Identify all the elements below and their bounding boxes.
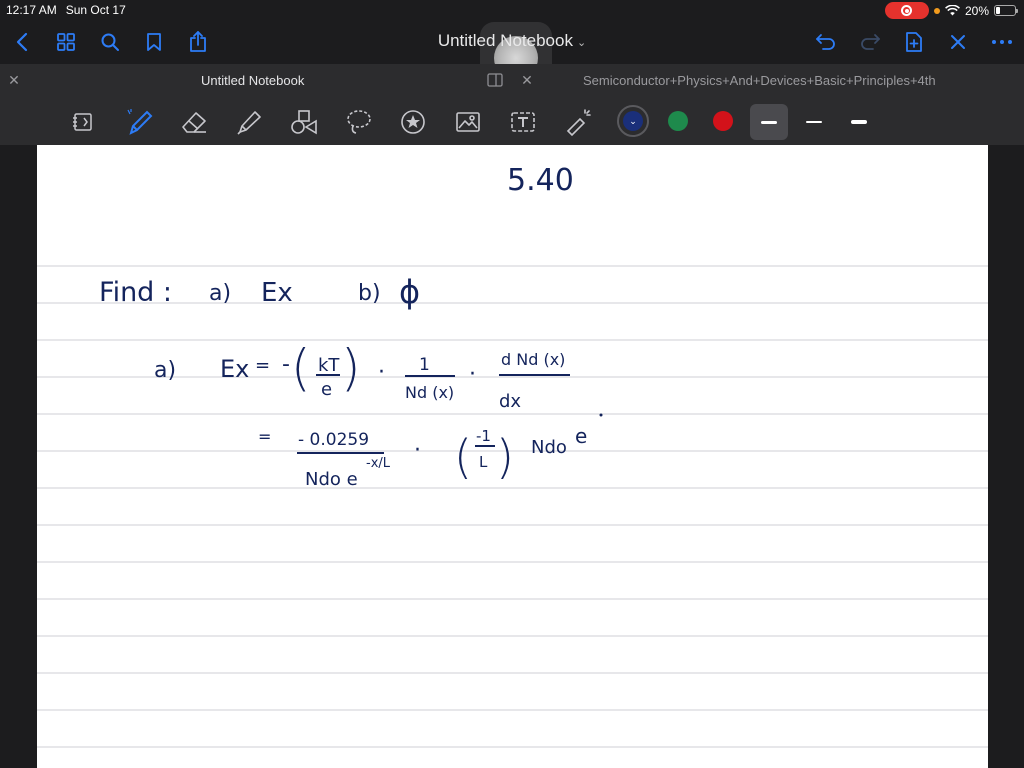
notebook-page[interactable]: 5.40 Find : a) Ex b) ϕ a) Ex = - ( kT e … — [37, 145, 988, 768]
lasso-icon[interactable] — [343, 106, 375, 138]
line2-right-paren: ) — [496, 430, 514, 484]
battery-fill — [996, 7, 1000, 14]
line2-dot: · — [414, 438, 421, 463]
status-bar: 12:17 AM Sun Oct 17 20% — [0, 0, 1024, 20]
find-prefix: Find : — [99, 277, 172, 308]
find-part-a-target: Ex — [261, 278, 293, 308]
tool-bar: ⌄ — [0, 98, 1024, 145]
laser-pointer-icon[interactable] — [562, 106, 594, 138]
line1-dot2: · — [469, 362, 476, 387]
color-green[interactable] — [668, 111, 688, 131]
battery-icon — [994, 5, 1018, 16]
line1-part-label: a) — [154, 358, 176, 383]
status-time: 12:17 AM — [6, 3, 57, 17]
line1-nd: Nd (x) — [405, 383, 454, 402]
eraser-icon[interactable] — [178, 106, 210, 138]
battery-percent: 20% — [964, 3, 989, 18]
ruled-lines — [37, 265, 988, 748]
line1-minus: - — [282, 352, 290, 377]
line2-equals: = — [258, 427, 271, 446]
close-icon[interactable] — [946, 30, 970, 54]
find-part-b-label: b) — [358, 281, 381, 306]
text-box-icon[interactable] — [507, 106, 539, 138]
selected-color-chevron-icon: ⌄ — [623, 111, 643, 131]
more-icon[interactable] — [990, 30, 1014, 54]
shapes-icon[interactable] — [288, 106, 320, 138]
status-left: 12:17 AM Sun Oct 17 — [6, 3, 126, 17]
add-page-icon[interactable] — [902, 30, 926, 54]
line1-one: 1 — [419, 355, 430, 375]
wifi-icon — [945, 5, 960, 16]
color-dark-blue[interactable]: ⌄ — [617, 105, 649, 137]
sticker-icon[interactable] — [397, 106, 429, 138]
find-part-b-target: ϕ — [399, 273, 420, 311]
line2-ndo: Ndo — [531, 437, 567, 458]
stroke-width-thick[interactable] — [750, 104, 788, 140]
tab-untitled-notebook[interactable]: Untitled Notebook — [201, 73, 304, 88]
tab-close-icon[interactable]: ✕ — [6, 72, 22, 89]
line1-dnd: d Nd (x) — [501, 350, 565, 369]
pen-icon[interactable] — [124, 106, 156, 138]
color-red[interactable] — [713, 111, 733, 131]
notebook-title-text: Untitled Notebook — [437, 31, 573, 50]
nav-bar: Untitled Notebook ⌄ — [0, 20, 1024, 94]
handwriting-layer: 5.40 Find : a) Ex b) ϕ a) Ex = - ( kT e … — [37, 163, 988, 748]
line1-left-paren: ( — [291, 339, 311, 397]
line2-exponent: -x/L — [366, 456, 391, 471]
tab-semiconductor-pdf[interactable]: Semiconductor+Physics+And+Devices+Basic+… — [583, 73, 936, 88]
line1-dx: dx — [499, 391, 521, 412]
problem-number: 5.40 — [507, 163, 574, 198]
chevron-down-icon: ⌄ — [576, 37, 587, 49]
line2-paren-numerator: -1 — [476, 427, 491, 445]
line2-denominator: Ndo e — [305, 469, 358, 490]
screen-recording-icon[interactable] — [884, 2, 929, 19]
line1-kt: kT — [318, 355, 340, 376]
find-part-a-label: a) — [209, 281, 231, 306]
line1-e: e — [321, 379, 332, 400]
undo-icon[interactable] — [814, 30, 838, 54]
reader-icon[interactable] — [67, 106, 99, 138]
highlighter-icon[interactable] — [233, 106, 265, 138]
split-view-icon[interactable] — [487, 73, 503, 90]
status-date: Sun Oct 17 — [65, 3, 126, 17]
line2-left-paren: ( — [454, 430, 472, 484]
microphone-indicator-icon — [933, 7, 940, 14]
line2-paren-denominator: L — [479, 453, 488, 471]
line2-pen-dot — [599, 413, 603, 417]
stroke-width-thin[interactable] — [795, 104, 833, 140]
line2-e: e — [575, 424, 587, 448]
line2-numerator: - 0.0259 — [298, 430, 369, 450]
line1-dot1: · — [378, 360, 385, 385]
status-right: 20% — [884, 2, 1018, 19]
image-icon[interactable] — [452, 106, 484, 138]
stroke-width-medium[interactable] — [840, 104, 878, 140]
redo-icon[interactable] — [858, 30, 882, 54]
line1-lhs: Ex — [220, 355, 249, 383]
tab-close-icon[interactable]: ✕ — [519, 72, 535, 89]
tab-bar: ✕ Untitled Notebook ✕ Semiconductor+Phys… — [0, 64, 1024, 98]
line1-equals: = — [255, 355, 270, 376]
line1-right-paren: ) — [341, 339, 361, 397]
